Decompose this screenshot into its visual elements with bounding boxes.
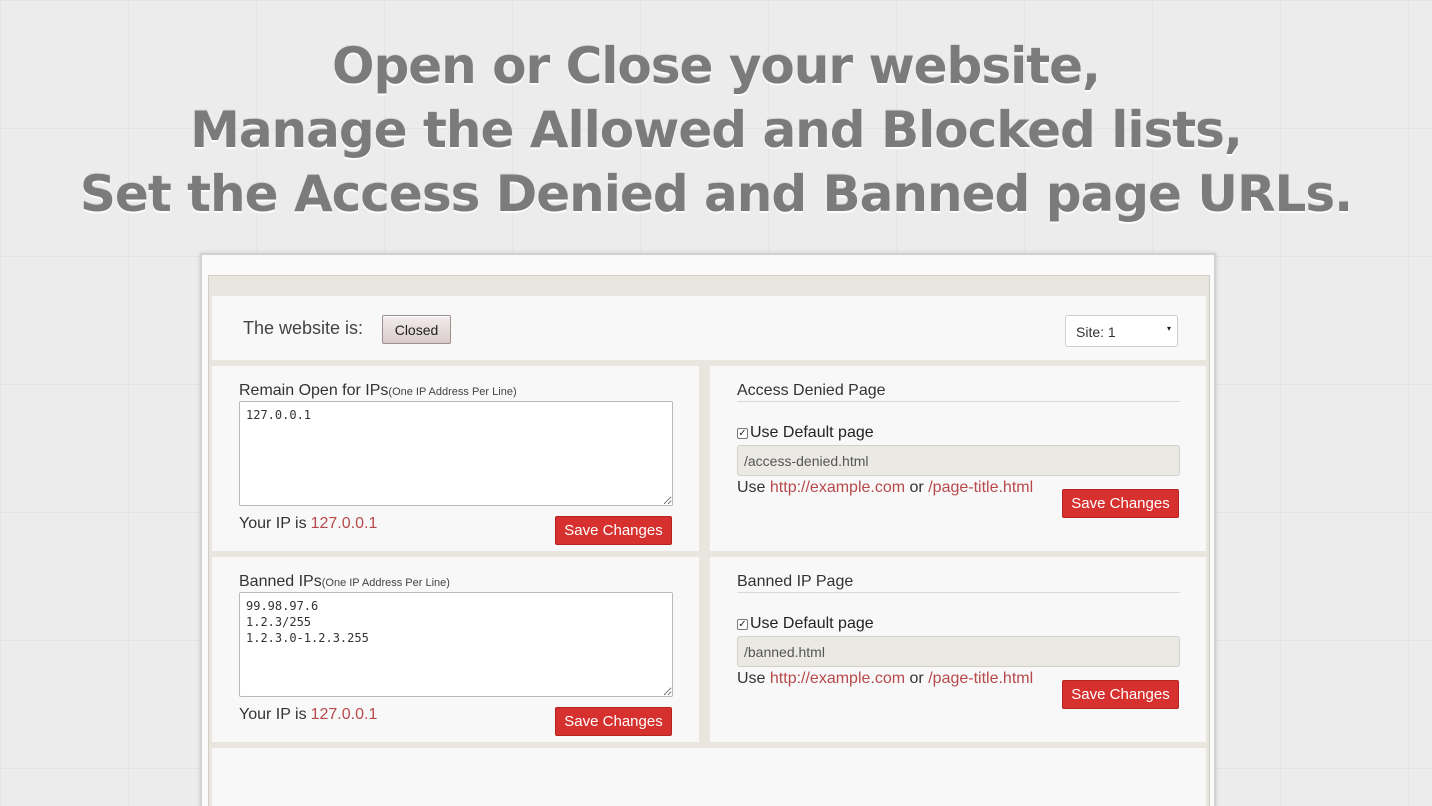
open-ips-title: Remain Open for IPs(One IP Address Per L…	[239, 382, 517, 400]
example-path-link: /page-title.html	[928, 670, 1034, 687]
access-denied-usage-hint: Use http://example.com or /page-title.ht…	[737, 479, 1033, 497]
banned-page-usage-hint: Use http://example.com or /page-title.ht…	[737, 670, 1033, 688]
app-frame: The website is: Closed Site: 1 ▾ Remain …	[200, 253, 1216, 806]
open-ips-section: Remain Open for IPs(One IP Address Per L…	[212, 366, 699, 551]
site-select-value: Site: 1	[1076, 324, 1116, 340]
or-label: or	[909, 479, 924, 496]
banned-ips-section: Banned IPs(One IP Address Per Line) 99.9…	[212, 557, 699, 742]
banned-page-url-input[interactable]: /banned.html	[737, 636, 1180, 667]
banned-page-save-button[interactable]: Save Changes	[1062, 680, 1179, 709]
your-ip-value: 127.0.0.1	[310, 515, 378, 532]
your-ip-label: Your IP is	[239, 706, 307, 723]
open-ips-title-text: Remain Open for IPs	[239, 382, 389, 399]
banned-ips-title: Banned IPs(One IP Address Per Line)	[239, 573, 450, 591]
banned-ips-hint: (One IP Address Per Line)	[321, 577, 450, 589]
banned-ips-save-button[interactable]: Save Changes	[555, 707, 672, 736]
open-ips-your-ip: Your IP is 127.0.0.1	[239, 515, 377, 533]
open-ips-textarea[interactable]: 127.0.0.1	[239, 401, 673, 506]
website-status-toggle-button[interactable]: Closed	[382, 315, 451, 344]
banned-page-default-checkbox-row[interactable]: ✓ Use Default page	[737, 615, 874, 633]
banned-ips-textarea[interactable]: 99.98.97.6 1.2.3/255 1.2.3.0-1.2.3.255	[239, 592, 673, 697]
use-label: Use	[737, 479, 766, 496]
site-select[interactable]: Site: 1 ▾	[1065, 315, 1178, 347]
access-denied-section: Access Denied Page ✓ Use Default page /ac…	[710, 366, 1206, 551]
headline-line-1: Open or Close your website,	[331, 37, 1101, 95]
access-denied-save-button[interactable]: Save Changes	[1062, 489, 1179, 518]
use-label: Use	[737, 670, 766, 687]
bottom-panel	[212, 748, 1206, 806]
website-status-label: The website is:	[243, 318, 364, 338]
headline: Open or Close your website, Manage the A…	[0, 34, 1432, 226]
divider	[737, 401, 1180, 402]
example-url-link: http://example.com	[769, 670, 906, 687]
example-url-link: http://example.com	[769, 479, 906, 496]
your-ip-value: 127.0.0.1	[310, 706, 378, 723]
open-ips-hint: (One IP Address Per Line)	[388, 386, 517, 398]
divider	[737, 592, 1180, 593]
checkbox-label: Use Default page	[750, 615, 874, 632]
access-denied-url-input[interactable]: /access-denied.html	[737, 445, 1180, 476]
settings-panel: The website is: Closed Site: 1 ▾ Remain …	[208, 275, 1210, 806]
banned-page-default-checkbox[interactable]: ✓	[737, 619, 748, 630]
access-denied-default-checkbox[interactable]: ✓	[737, 428, 748, 439]
example-path-link: /page-title.html	[928, 479, 1034, 496]
chevron-down-icon: ▾	[1166, 324, 1171, 333]
access-denied-title: Access Denied Page	[737, 382, 886, 399]
checkbox-label: Use Default page	[750, 424, 874, 441]
banned-page-title: Banned IP Page	[737, 573, 854, 590]
website-status-bar: The website is: Closed Site: 1 ▾	[212, 296, 1206, 360]
headline-line-2: Manage the Allowed and Blocked lists,	[190, 101, 1243, 159]
banned-ips-title-text: Banned IPs	[239, 573, 322, 590]
banned-ips-your-ip: Your IP is 127.0.0.1	[239, 706, 377, 724]
headline-line-3: Set the Access Denied and Banned page UR…	[79, 165, 1353, 223]
access-denied-default-checkbox-row[interactable]: ✓ Use Default page	[737, 424, 874, 442]
your-ip-label: Your IP is	[239, 515, 307, 532]
open-ips-save-button[interactable]: Save Changes	[555, 516, 672, 545]
or-label: or	[909, 670, 924, 687]
banned-page-section: Banned IP Page ✓ Use Default page /banned…	[710, 557, 1206, 742]
